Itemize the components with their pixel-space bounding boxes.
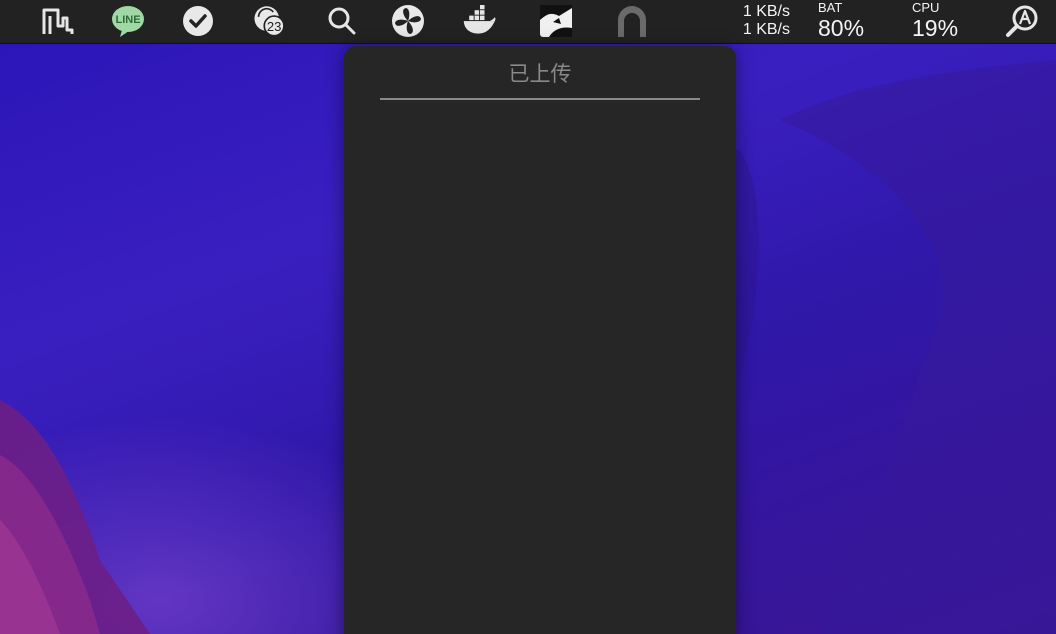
upload-popover-panel: 已上传 — [344, 46, 736, 634]
task-check-icon[interactable] — [180, 4, 216, 38]
stats-monitor-icon[interactable] — [40, 4, 76, 38]
tunnel-arch-icon[interactable] — [614, 4, 650, 38]
battery-value: 80% — [818, 15, 865, 41]
download-speed: 1 KB/s — [742, 21, 790, 38]
cpu-label: CPU — [912, 0, 940, 15]
cpu-value: 19% — [912, 15, 959, 41]
input-source-icon[interactable] — [1004, 4, 1040, 38]
docker-icon[interactable] — [462, 4, 498, 38]
picgo-upload-icon[interactable] — [538, 4, 574, 38]
cpu-stat[interactable]: CPU 19% — [912, 0, 959, 42]
battery-stat[interactable]: BAT 80% — [818, 0, 865, 42]
line-app-label: LINE — [115, 14, 140, 26]
network-speed[interactable]: 1 KB/s 1 KB/s — [730, 3, 790, 39]
upload-speed: 1 KB/s — [742, 3, 790, 20]
calendar-badge: 23 — [267, 19, 282, 34]
calendar-icon[interactable]: 23 — [252, 4, 288, 38]
pinwheel-icon[interactable] — [390, 4, 426, 38]
search-icon[interactable] — [324, 4, 360, 38]
menu-bar: LINE 23 1 KB/s 1 KB/s BAT 80% CPU 19% — [0, 0, 1056, 44]
tab-uploaded[interactable]: 已上传 — [380, 60, 700, 100]
line-app-icon[interactable]: LINE — [110, 4, 146, 38]
battery-label: BAT — [818, 0, 843, 15]
